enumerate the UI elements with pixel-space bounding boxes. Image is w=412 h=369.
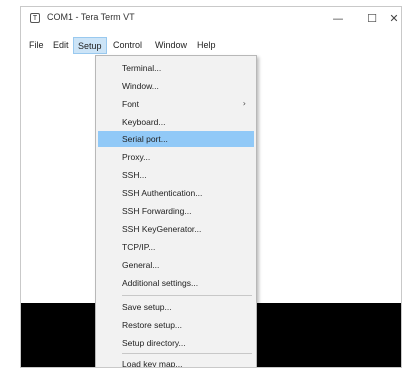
menu-item-label: SSH Forwarding... <box>122 206 192 216</box>
menu-item-ssh-authentication[interactable]: SSH Authentication... <box>98 185 254 201</box>
menu-edit[interactable]: Edit <box>49 37 73 54</box>
menu-item-label: Load key map... <box>122 359 183 368</box>
window-title: COM1 - Tera Term VT <box>47 12 135 22</box>
menu-item-label: SSH... <box>122 170 147 180</box>
menu-item-label: Terminal... <box>122 63 162 73</box>
menu-separator <box>122 353 252 354</box>
menu-item-label: Window... <box>122 81 159 91</box>
submenu-arrow-icon: › <box>242 99 246 108</box>
menu-item-label: Restore setup... <box>122 320 183 330</box>
menu-item-window[interactable]: Window... <box>98 78 254 94</box>
menu-file[interactable]: File <box>25 37 48 54</box>
close-button[interactable]: ✕ <box>385 7 401 31</box>
menu-control[interactable]: Control <box>109 37 146 54</box>
menu-item-label: SSH KeyGenerator... <box>122 224 202 234</box>
app-icon: T <box>30 13 40 23</box>
menu-item-font[interactable]: Font › <box>98 96 254 112</box>
menu-item-tcpip[interactable]: TCP/IP... <box>98 239 254 255</box>
menu-item-additional-settings[interactable]: Additional settings... <box>98 275 254 291</box>
tera-term-window: T COM1 - Tera Term VT — ☐ ✕ File Edit Se… <box>20 6 402 368</box>
menu-item-ssh-forwarding[interactable]: SSH Forwarding... <box>98 203 254 219</box>
title-bar[interactable]: T COM1 - Tera Term VT — ☐ ✕ <box>21 7 401 31</box>
menu-help[interactable]: Help <box>193 37 220 54</box>
menu-item-label: SSH Authentication... <box>122 188 203 198</box>
menu-window[interactable]: Window <box>151 37 191 54</box>
menu-item-terminal[interactable]: Terminal... <box>98 60 254 76</box>
menu-item-ssh-keygenerator[interactable]: SSH KeyGenerator... <box>98 221 254 237</box>
setup-dropdown-menu: Terminal... Window... Font › Keyboard... … <box>95 55 257 368</box>
menu-item-proxy[interactable]: Proxy... <box>98 149 254 165</box>
menu-setup[interactable]: Setup <box>73 37 107 54</box>
menu-item-label: TCP/IP... <box>122 242 156 252</box>
maximize-button[interactable]: ☐ <box>355 7 389 31</box>
menu-item-label: Proxy... <box>122 152 151 162</box>
menu-item-label: Font <box>122 99 140 109</box>
menu-item-label: General... <box>122 260 160 270</box>
menu-item-restore-setup[interactable]: Restore setup... <box>98 317 254 333</box>
menu-item-label: Save setup... <box>122 302 172 312</box>
menu-item-serial-port[interactable]: Serial port... <box>98 131 254 147</box>
menu-item-setup-directory[interactable]: Setup directory... <box>98 335 254 351</box>
menu-bar: File Edit Setup Control Window Help <box>21 37 401 54</box>
menu-item-keyboard[interactable]: Keyboard... <box>98 114 254 130</box>
menu-item-ssh[interactable]: SSH... <box>98 167 254 183</box>
menu-item-general[interactable]: General... <box>98 257 254 273</box>
menu-item-label: Serial port... <box>122 134 168 144</box>
minimize-button[interactable]: — <box>321 7 355 31</box>
menu-item-label: Keyboard... <box>122 117 166 127</box>
menu-item-save-setup[interactable]: Save setup... <box>98 299 254 315</box>
menu-item-label: Setup directory... <box>122 338 186 348</box>
menu-item-load-key-map[interactable]: Load key map... <box>98 356 254 368</box>
menu-separator <box>122 295 252 296</box>
menu-item-label: Additional settings... <box>122 278 199 288</box>
